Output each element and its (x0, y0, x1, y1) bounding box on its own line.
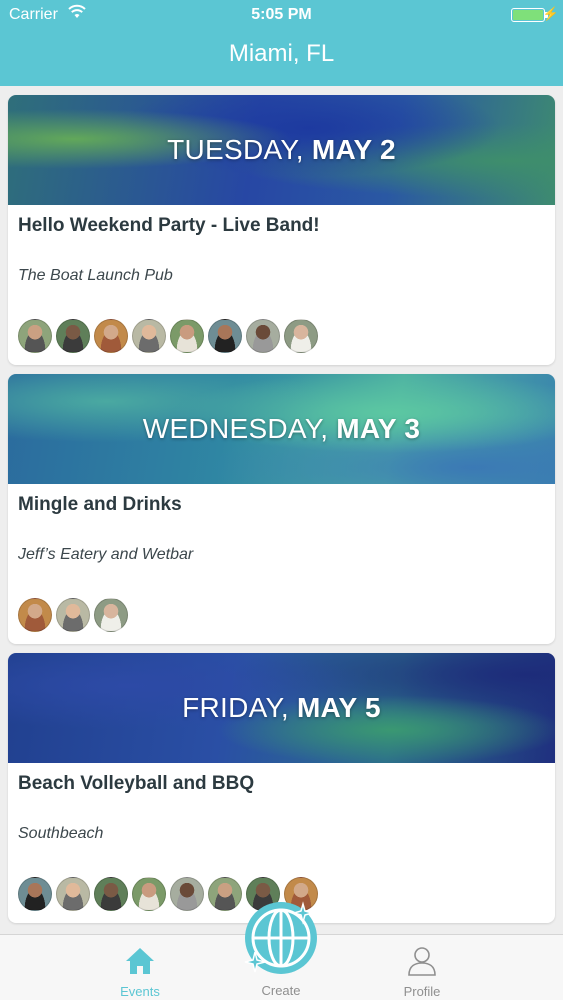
attendee-avatar[interactable] (18, 319, 52, 353)
attendee-avatar[interactable] (94, 319, 128, 353)
attendee-list[interactable] (18, 319, 322, 355)
tab-create[interactable]: Create (221, 894, 341, 1000)
attendee-avatar[interactable] (18, 598, 52, 632)
event-venue: The Boat Launch Pub (18, 267, 173, 284)
event-day-of-week: TUESDAY, (167, 134, 304, 165)
attendee-avatar[interactable] (170, 877, 204, 911)
event-date-heading: TUESDAY, MAY 2 (8, 95, 555, 205)
event-date: MAY 3 (336, 413, 421, 444)
tab-events[interactable]: Events (80, 935, 200, 1000)
event-feed[interactable]: TUESDAY, MAY 2 Hello Weekend Party - Liv… (0, 86, 563, 934)
event-title[interactable]: Mingle and Drinks (18, 494, 182, 516)
event-date: MAY 2 (311, 134, 396, 165)
attendee-avatar[interactable] (56, 598, 90, 632)
event-date-heading: WEDNESDAY, MAY 3 (8, 374, 555, 484)
tab-profile-label: Profile (403, 984, 441, 999)
attendee-avatar[interactable] (56, 877, 90, 911)
event-card[interactable]: TUESDAY, MAY 2 Hello Weekend Party - Liv… (8, 95, 555, 365)
person-icon (408, 947, 436, 976)
status-time: 5:05 PM (251, 6, 312, 23)
attendee-avatar[interactable] (132, 319, 166, 353)
charging-bolt-icon: ⚡ (542, 6, 559, 21)
battery-fill (513, 10, 543, 20)
event-day-of-week: FRIDAY, (182, 692, 289, 723)
tab-profile[interactable]: Profile (362, 935, 482, 1000)
event-date-banner: TUESDAY, MAY 2 (8, 95, 555, 205)
globe-icon (244, 901, 317, 974)
event-day-of-week: WEDNESDAY, (142, 413, 329, 444)
event-date: MAY 5 (296, 692, 381, 723)
event-card[interactable]: FRIDAY, MAY 5 Beach Volleyball and BBQ S… (8, 653, 555, 923)
attendee-avatar[interactable] (132, 877, 166, 911)
attendee-avatar[interactable] (170, 319, 204, 353)
attendee-avatar[interactable] (284, 319, 318, 353)
attendee-avatar[interactable] (246, 319, 280, 353)
event-date-banner: WEDNESDAY, MAY 3 (8, 374, 555, 484)
status-bar: Carrier 5:05 PM ⚡ (0, 0, 563, 30)
event-date-heading: FRIDAY, MAY 5 (8, 653, 555, 763)
attendee-avatar[interactable] (56, 319, 90, 353)
page-title: Miami, FL (228, 40, 335, 67)
attendee-list[interactable] (18, 598, 132, 634)
event-venue: Jeff’s Eatery and Wetbar (18, 546, 194, 563)
event-date-banner: FRIDAY, MAY 5 (8, 653, 555, 763)
attendee-avatar[interactable] (94, 877, 128, 911)
attendee-avatar[interactable] (94, 598, 128, 632)
event-title[interactable]: Beach Volleyball and BBQ (18, 773, 254, 795)
event-title[interactable]: Hello Weekend Party - Live Band! (18, 215, 320, 237)
tab-create-label: Create (261, 983, 301, 998)
home-icon (126, 948, 154, 974)
tab-events-label: Events (120, 984, 160, 999)
event-venue: Southbeach (18, 825, 104, 842)
attendee-avatar[interactable] (18, 877, 52, 911)
battery-icon (511, 8, 545, 22)
top-bar: Carrier 5:05 PM ⚡ Miami, FL (0, 0, 563, 86)
event-card[interactable]: WEDNESDAY, MAY 3 Mingle and Drinks Jeff’… (8, 374, 555, 644)
attendee-avatar[interactable] (208, 319, 242, 353)
